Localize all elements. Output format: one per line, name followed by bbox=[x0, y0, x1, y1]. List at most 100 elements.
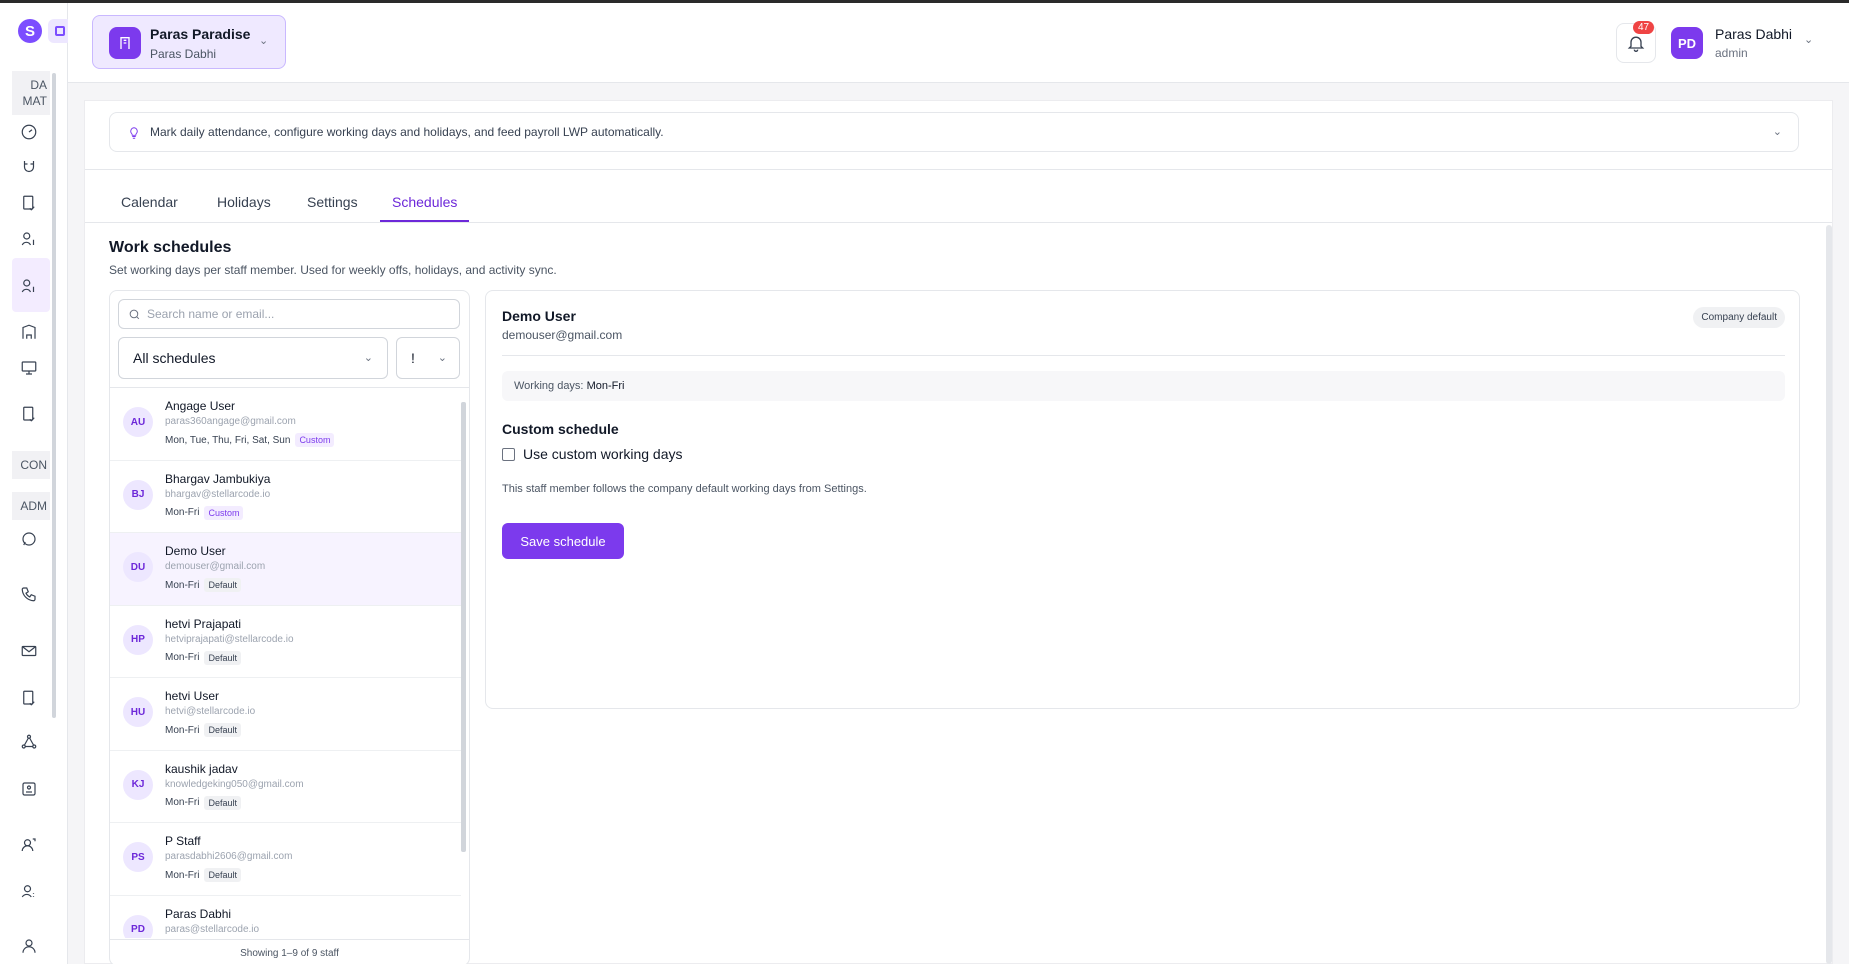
user-question-icon[interactable] bbox=[18, 880, 40, 902]
staff-avatar: AU bbox=[123, 407, 153, 437]
staff-email: hetvi@stellarcode.io bbox=[165, 706, 256, 717]
staff-name: P Staff bbox=[165, 834, 201, 848]
custom-working-days-checkbox[interactable] bbox=[502, 447, 515, 461]
organization-switcher[interactable]: Paras Paradise Paras Dabhi ⌄ bbox=[92, 15, 286, 69]
document-check-icon[interactable] bbox=[18, 192, 40, 214]
staff-email: paras@stellarcode.io bbox=[165, 923, 260, 935]
top-header: Paras Paradise Paras Dabhi ⌄ 47 PD Paras… bbox=[68, 3, 1849, 83]
phone-incoming-icon[interactable] bbox=[18, 583, 40, 605]
user-name[interactable]: Paras Dabhi bbox=[1715, 26, 1792, 42]
staff-avatar: PS bbox=[123, 842, 153, 872]
schedule-badge: Default bbox=[204, 578, 241, 592]
staff-days-line: Mon-Fri Default bbox=[165, 578, 241, 592]
staff-row-selected[interactable]: DU Demo User demouser@gmail.com Mon-Fri D… bbox=[110, 533, 461, 606]
user-growth-icon[interactable] bbox=[18, 834, 40, 856]
divider bbox=[85, 169, 1832, 170]
whatsapp-icon[interactable] bbox=[18, 528, 40, 550]
staff-row[interactable]: AU Angage User paras360angage@gmail.com … bbox=[110, 388, 461, 461]
custom-schedule-title: Custom schedule bbox=[502, 421, 619, 437]
staff-avatar: PD bbox=[123, 914, 153, 938]
schedule-filter-select[interactable]: All schedules ⌄ bbox=[118, 337, 388, 379]
network-icon[interactable] bbox=[18, 731, 40, 753]
staff-days-line: Mon-Fri Custom bbox=[165, 505, 244, 520]
chevron-down-icon[interactable]: ⌄ bbox=[1773, 125, 1782, 138]
staff-email: knowledgeking050@gmail.com bbox=[165, 778, 304, 790]
tab-calendar[interactable]: Calendar bbox=[109, 194, 190, 222]
schedule-badge: Default bbox=[204, 650, 241, 665]
chevron-down-icon[interactable]: ⌄ bbox=[1804, 33, 1813, 46]
staff-days-line: Mon-Fri Default bbox=[165, 650, 241, 665]
staff-avatar: HP bbox=[123, 624, 153, 655]
sidebar-scrollbar[interactable] bbox=[52, 73, 56, 718]
app-logo[interactable]: S bbox=[18, 19, 42, 43]
staff-row[interactable]: PD Paras Dabhi paras@stellarcode.io bbox=[110, 896, 461, 938]
staff-days: Mon, Tue, Thu, Fri, Sat, Sun bbox=[165, 434, 291, 446]
search-box[interactable] bbox=[118, 299, 460, 329]
organization-name: Paras Paradise bbox=[150, 26, 251, 42]
staff-row[interactable]: BJ Bhargav Jambukiya bhargav@stellarcode… bbox=[110, 461, 461, 533]
mail-icon[interactable] bbox=[18, 640, 40, 662]
tab-settings[interactable]: Settings bbox=[295, 194, 370, 222]
user-role: admin bbox=[1715, 46, 1748, 60]
staff-name: Angage User bbox=[165, 399, 236, 413]
page-scrollbar[interactable] bbox=[1826, 225, 1832, 964]
list-footer-count: Showing 1–9 of 9 staff bbox=[110, 939, 469, 964]
user-dollar-icon[interactable] bbox=[18, 228, 40, 250]
staff-days: Mon-Fri bbox=[165, 797, 200, 808]
schedule-filter-value: All schedules bbox=[133, 350, 216, 366]
building-icon[interactable] bbox=[18, 321, 40, 343]
secondary-filter-value: ! bbox=[411, 350, 415, 366]
contact-card-icon[interactable] bbox=[18, 778, 40, 800]
bell-icon bbox=[1627, 36, 1645, 52]
staff-name: hetvi User bbox=[165, 689, 220, 703]
user-dollar-active-icon[interactable] bbox=[18, 275, 40, 297]
staff-row[interactable]: HU hetvi User hetvi@stellarcode.io Mon-F… bbox=[110, 678, 461, 751]
staff-email: parasdabhi2606@gmail.com bbox=[165, 851, 293, 862]
schedule-badge: Custom bbox=[295, 433, 335, 447]
staff-days: Mon-Fri bbox=[165, 724, 200, 736]
schedule-badge: Default bbox=[204, 795, 241, 810]
presentation-icon[interactable] bbox=[18, 357, 40, 379]
schedule-badge: Default bbox=[204, 723, 241, 737]
staff-avatar: BJ bbox=[123, 479, 153, 510]
custom-working-days-label: Use custom working days bbox=[523, 446, 683, 462]
search-input[interactable] bbox=[147, 304, 447, 324]
info-banner[interactable]: Mark daily attendance, configure working… bbox=[109, 112, 1799, 152]
list-scrollbar[interactable] bbox=[461, 402, 466, 852]
magnet-icon[interactable] bbox=[18, 156, 40, 178]
staff-avatar: DU bbox=[123, 552, 153, 582]
chevron-down-icon: ⌄ bbox=[259, 35, 269, 47]
schedule-detail-panel: Demo User demouser@gmail.com Company def… bbox=[485, 290, 1800, 709]
notification-count-badge: 47 bbox=[1633, 21, 1655, 34]
staff-row[interactable]: HP hetvi Prajapati hetviprajapati@stella… bbox=[110, 606, 461, 678]
panel-toggle-icon bbox=[55, 26, 65, 36]
tab-bar: Calendar Holidays Settings Schedules bbox=[85, 183, 1832, 223]
staff-days: Mon-Fri bbox=[165, 652, 200, 663]
staff-name: Paras Dabhi bbox=[165, 906, 232, 921]
staff-days-line: Mon, Tue, Thu, Fri, Sat, Sun Custom bbox=[165, 433, 335, 447]
custom-working-days-toggle[interactable]: Use custom working days bbox=[502, 446, 683, 462]
building-icon bbox=[109, 27, 141, 59]
chevron-down-icon: ⌄ bbox=[437, 352, 447, 364]
dashboard-icon[interactable] bbox=[18, 121, 40, 143]
staff-row[interactable]: KJ kaushik jadav knowledgeking050@gmail.… bbox=[110, 751, 461, 823]
profile-icon[interactable] bbox=[18, 935, 40, 957]
staff-email: paras360angage@gmail.com bbox=[165, 416, 296, 427]
secondary-filter-select[interactable]: ! ⌄ bbox=[396, 337, 460, 379]
staff-name: hetvi Prajapati bbox=[165, 616, 242, 631]
staff-list-panel: All schedules ⌄ ! ⌄ AU Angage User paras… bbox=[109, 290, 470, 964]
staff-row[interactable]: PS P Staff parasdabhi2606@gmail.com Mon-… bbox=[110, 823, 461, 896]
default-schedule-note: This staff member follows the company de… bbox=[502, 483, 867, 495]
staff-email: hetviprajapati@stellarcode.io bbox=[165, 633, 294, 645]
tab-schedules[interactable]: Schedules bbox=[380, 194, 470, 222]
user-avatar[interactable]: PD bbox=[1671, 27, 1703, 59]
invoice-icon[interactable] bbox=[18, 687, 40, 709]
file-check-icon[interactable] bbox=[18, 403, 40, 425]
divider bbox=[502, 355, 1785, 356]
tab-holidays[interactable]: Holidays bbox=[205, 194, 283, 222]
staff-avatar: KJ bbox=[123, 769, 153, 800]
staff-name: kaushik jadav bbox=[165, 761, 238, 776]
main-content: Mark daily attendance, configure working… bbox=[84, 100, 1833, 964]
schedule-badge: Custom bbox=[204, 505, 244, 520]
save-schedule-button[interactable]: Save schedule bbox=[502, 523, 624, 559]
